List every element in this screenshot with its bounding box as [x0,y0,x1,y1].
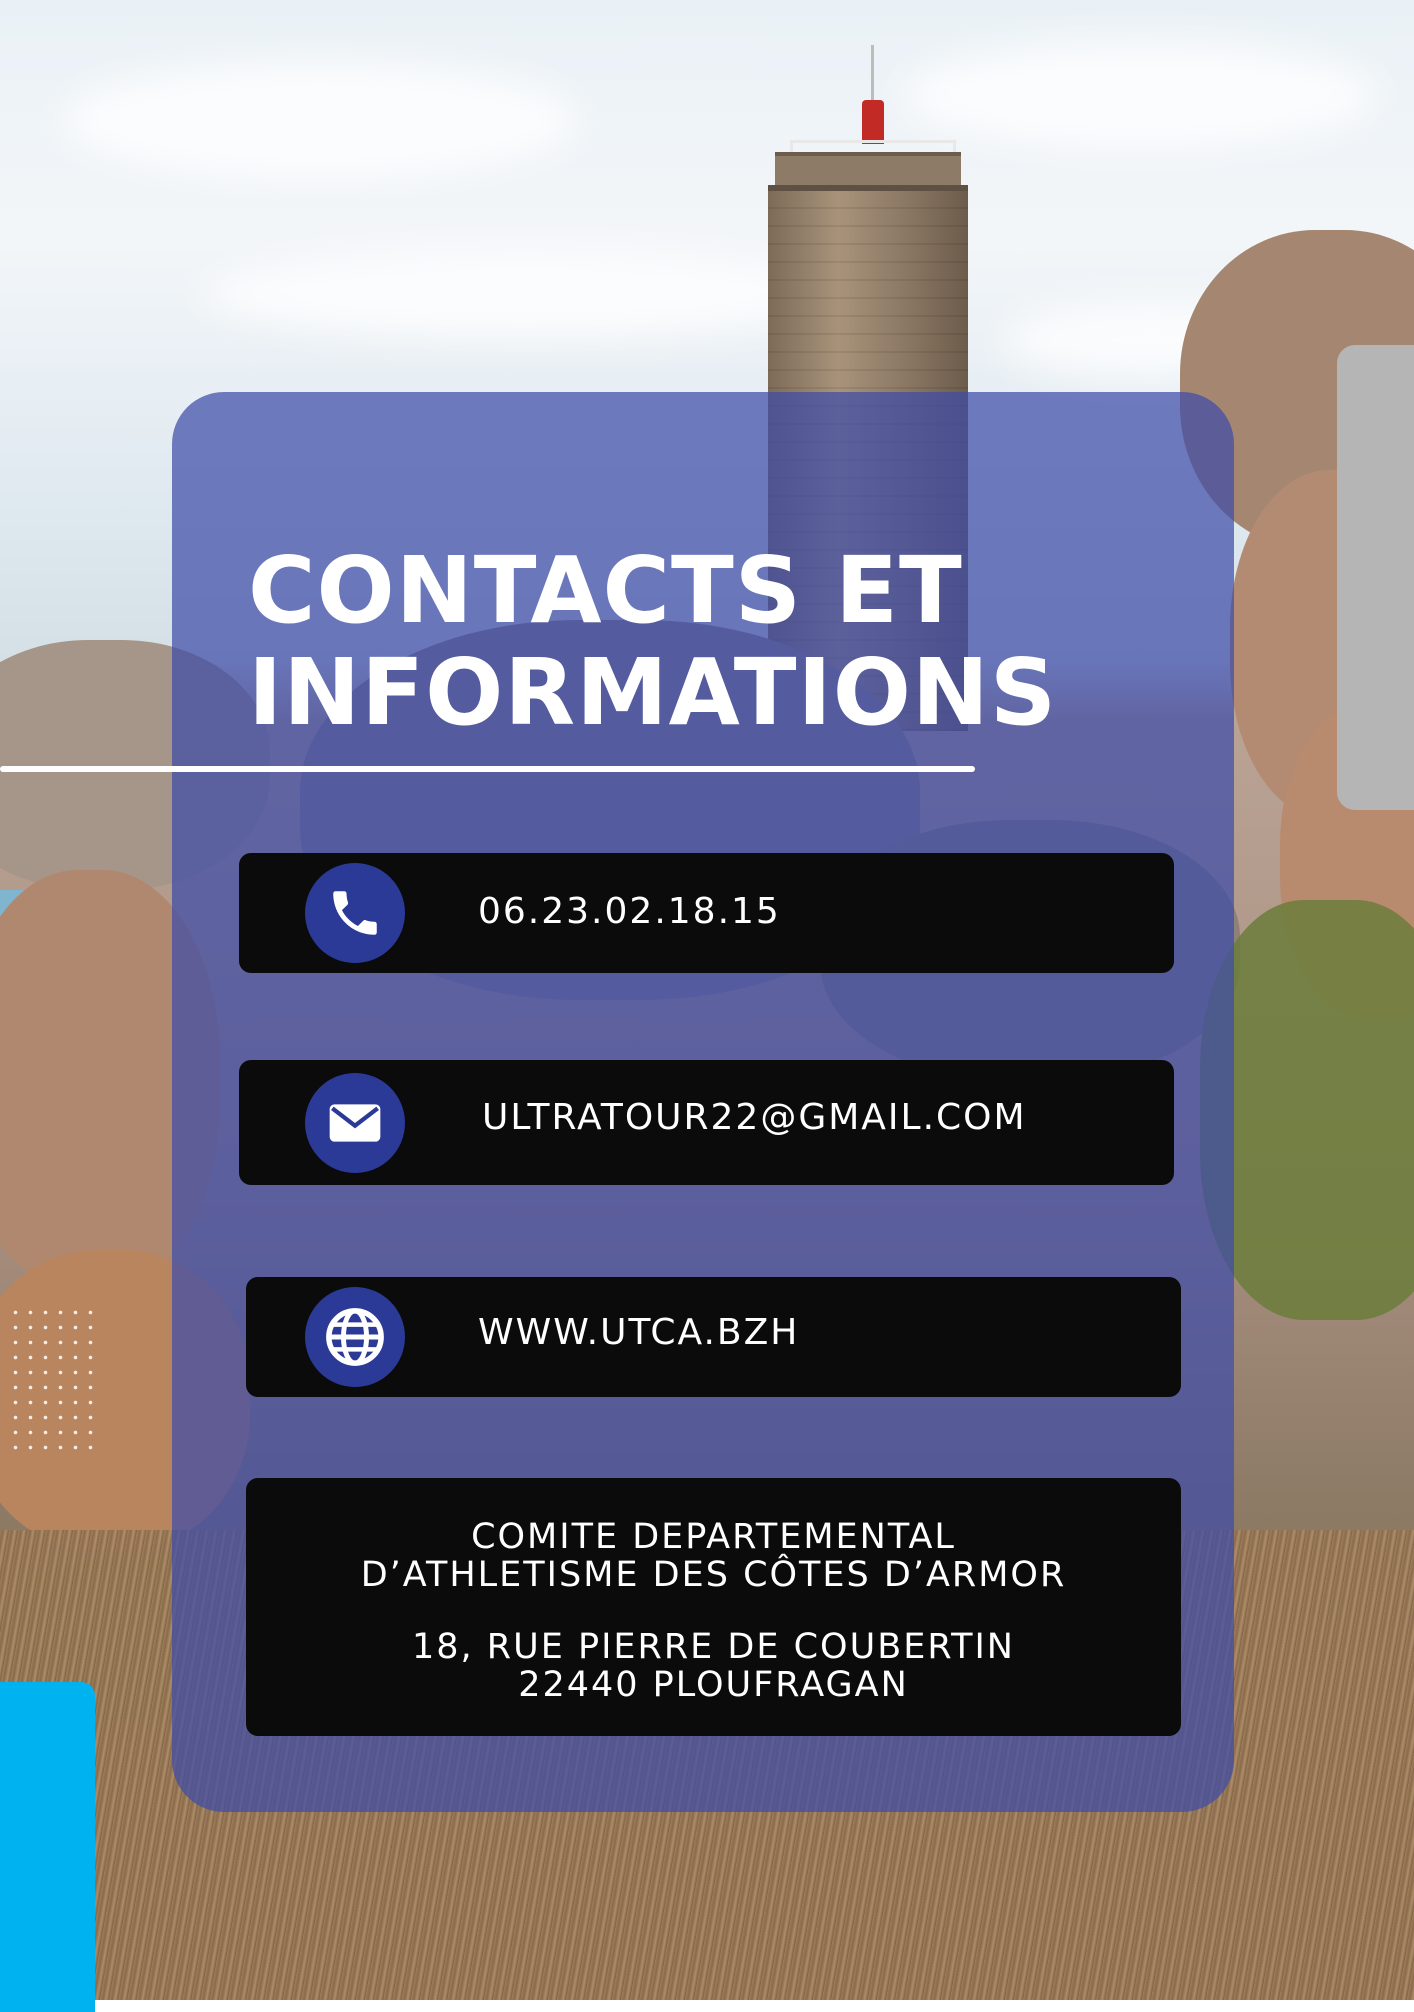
title-underline [0,766,975,772]
envelope-icon [305,1073,405,1173]
email-address[interactable]: ULTRATOUR22@GMAIL.COM [482,1097,1027,1138]
address-line-2: D’ATHLETISME DES CÔTES D’ARMOR [360,1555,1067,1595]
address-line-3: 18, RUE PIERRE DE COUBERTIN [412,1627,1015,1667]
website-url[interactable]: WWW.UTCA.BZH [478,1312,799,1353]
phone-number[interactable]: 06.23.02.18.15 [478,891,781,932]
decorative-dot-grid [8,1305,98,1450]
address-text: COMITE DEPARTEMENTAL D’ATHLETISME DES CÔ… [246,1518,1181,1704]
lighthouse-lamp [862,100,884,144]
lighthouse-mast [871,45,874,103]
address-line-4: 22440 PLOUFRAGAN [518,1665,909,1705]
page-title-line-2: INFORMATIONS [248,639,1058,746]
decorative-grey-tab [1337,345,1414,810]
page-title-line-1: CONTACTS ET [248,537,963,644]
decorative-blue-tab [0,1682,95,2012]
page-title: CONTACTS ET INFORMATIONS [248,540,1057,744]
phone-icon [305,863,405,963]
address-line-1: COMITE DEPARTEMENTAL [471,1517,956,1557]
globe-icon [305,1287,405,1387]
